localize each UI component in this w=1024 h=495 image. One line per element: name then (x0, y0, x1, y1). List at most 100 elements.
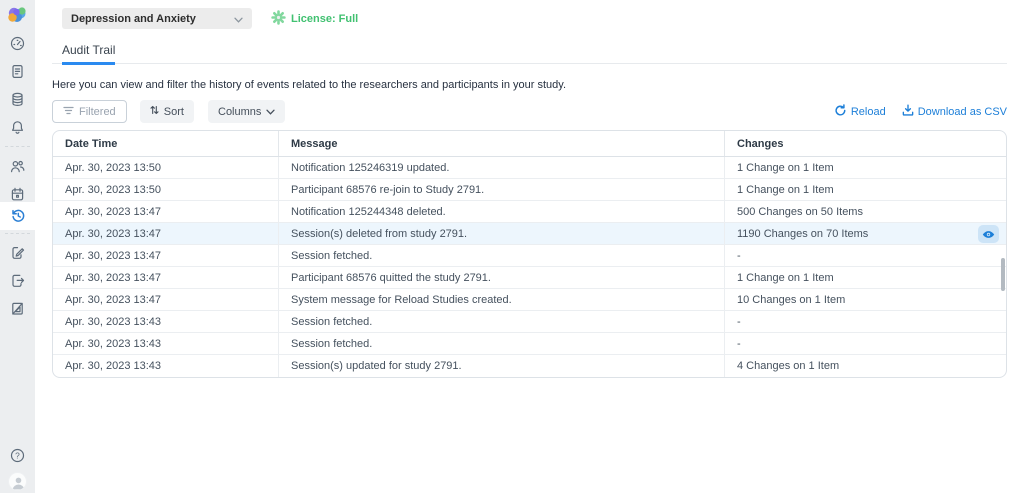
design-document-icon (10, 301, 25, 316)
cell-date-time: Apr. 30, 2023 13:47 (65, 205, 162, 218)
table-row[interactable]: Apr. 30, 2023 13:50 Notification 12524631… (53, 157, 1006, 179)
database-icon (10, 92, 25, 107)
sort-button[interactable]: Sort (139, 100, 194, 123)
sidebar-item-consent[interactable] (0, 238, 35, 266)
cell-message: Session(s) updated for study 2791. (278, 355, 724, 377)
cell-message: Session fetched. (278, 333, 724, 354)
sidebar-item-notifications[interactable] (0, 113, 35, 141)
table-body: Apr. 30, 2023 13:50 Notification 12524631… (53, 157, 1006, 377)
sidebar-divider (5, 146, 30, 147)
main-content: Depression and Anxiety License: Full Aud… (35, 0, 1024, 493)
cell-message: Notification 125244348 deleted. (278, 201, 724, 222)
sidebar-item-participants[interactable] (0, 152, 35, 180)
brain-logo[interactable] (0, 6, 35, 25)
cell-changes: 4 Changes on 1 Item (724, 355, 1006, 377)
cell-changes: 10 Changes on 1 Item (724, 289, 1006, 310)
sidebar-item-help[interactable]: ? (0, 441, 35, 469)
sort-label: Sort (163, 105, 184, 118)
dashboard-gauge-icon (10, 36, 25, 51)
cell-date-time: Apr. 30, 2023 13:43 (65, 337, 162, 350)
table-row[interactable]: Apr. 30, 2023 13:47 Session(s) deleted fr… (53, 223, 1006, 245)
study-selector-value: Depression and Anxiety (71, 12, 196, 25)
svg-text:?: ? (15, 450, 20, 460)
cell-changes: - (724, 333, 1006, 354)
table-row[interactable]: Apr. 30, 2023 13:47 Participant 68576 qui… (53, 267, 1006, 289)
cell-message: Session(s) deleted from study 2791. (278, 223, 724, 244)
columns-label: Columns (218, 105, 262, 118)
tab-audit-trail[interactable]: Audit Trail (62, 37, 116, 65)
download-label: Download as CSV (917, 105, 1007, 118)
cell-date-time: Apr. 30, 2023 13:47 (65, 293, 162, 306)
table-row[interactable]: Apr. 30, 2023 13:47 Notification 12524434… (53, 201, 1006, 223)
cell-changes: - (724, 311, 1006, 332)
license-label: License: Full (291, 13, 359, 25)
audit-history-icon (10, 208, 26, 224)
view-changes-button[interactable] (978, 225, 999, 243)
table-row[interactable]: Apr. 30, 2023 13:50 Participant 68576 re-… (53, 179, 1006, 201)
cell-changes: 1 Change on 1 Item (724, 157, 1006, 178)
export-document-icon (10, 273, 25, 288)
cell-changes: 1 Change on 1 Item (724, 179, 1006, 200)
participants-users-icon (10, 159, 25, 174)
license-flower-icon (271, 10, 286, 28)
chevron-down-icon (266, 106, 276, 118)
filtered-button[interactable]: Filtered (52, 100, 127, 123)
filter-icon (63, 106, 74, 118)
table-scrollbar-thumb[interactable] (1001, 258, 1005, 291)
sidebar-item-audit-trail[interactable] (0, 202, 35, 230)
cell-date-time: Apr. 30, 2023 13:47 (65, 227, 162, 240)
download-csv-button[interactable]: Download as CSV (902, 104, 1007, 119)
cell-changes: - (724, 245, 1006, 266)
sidebar: ? (0, 0, 35, 493)
consent-edit-icon (10, 245, 25, 260)
study-selector-dropdown[interactable]: Depression and Anxiety (62, 8, 252, 29)
page-description: Here you can view and filter the history… (52, 79, 567, 91)
table-row[interactable]: Apr. 30, 2023 13:47 Session fetched. - (53, 245, 1006, 267)
sidebar-item-design[interactable] (0, 294, 35, 322)
help-icon: ? (10, 448, 25, 463)
user-avatar[interactable] (0, 467, 35, 495)
cell-message: Participant 68576 re-join to Study 2791. (278, 179, 724, 200)
cell-date-time: Apr. 30, 2023 13:50 (65, 183, 162, 196)
download-icon (902, 104, 914, 119)
cell-changes: 1 Change on 1 Item (724, 267, 1006, 288)
sidebar-item-export[interactable] (0, 266, 35, 294)
cell-date-time: Apr. 30, 2023 13:43 (65, 360, 162, 372)
columns-button[interactable]: Columns (208, 100, 286, 123)
sidebar-item-dashboard[interactable] (0, 29, 35, 57)
notifications-bell-icon (10, 120, 25, 135)
cell-message: Session fetched. (278, 245, 724, 266)
sort-arrows-icon (150, 105, 159, 118)
table-row[interactable]: Apr. 30, 2023 13:43 Session(s) updated fo… (53, 355, 1006, 377)
reload-label: Reload (850, 105, 886, 118)
sidebar-item-database[interactable] (0, 85, 35, 113)
sidebar-item-reports[interactable] (0, 57, 35, 85)
table-row[interactable]: Apr. 30, 2023 13:47 System message for Re… (53, 289, 1006, 311)
column-header-changes[interactable]: Changes (724, 131, 1006, 156)
license-badge: License: Full (271, 10, 358, 28)
cell-date-time: Apr. 30, 2023 13:43 (65, 315, 162, 328)
tabs-bar: Audit Trail (52, 36, 1007, 65)
chevron-down-icon (234, 11, 243, 26)
cell-changes: 1190 Changes on 70 Items (724, 223, 1006, 244)
sidebar-divider (5, 233, 30, 234)
table-header-row: Date Time Message Changes (53, 131, 1006, 157)
cell-message: System message for Reload Studies create… (278, 289, 724, 310)
table-row[interactable]: Apr. 30, 2023 13:43 Session fetched. - (53, 333, 1006, 355)
user-avatar-icon (8, 471, 27, 491)
cell-date-time: Apr. 30, 2023 13:47 (65, 249, 162, 262)
table-row[interactable]: Apr. 30, 2023 13:43 Session fetched. - (53, 311, 1006, 333)
cell-date-time: Apr. 30, 2023 13:50 (65, 161, 162, 174)
reload-button[interactable]: Reload (834, 103, 886, 120)
calendar-icon (10, 187, 25, 202)
cell-date-time: Apr. 30, 2023 13:47 (65, 271, 162, 284)
filtered-label: Filtered (79, 105, 116, 118)
cell-message: Session fetched. (278, 311, 724, 332)
cell-message: Notification 125246319 updated. (278, 157, 724, 178)
column-header-message[interactable]: Message (278, 131, 724, 156)
reload-icon (834, 103, 847, 120)
cell-changes: 500 Changes on 50 Items (724, 201, 1006, 222)
audit-table: Date Time Message Changes Apr. 30, 2023 … (52, 130, 1007, 378)
column-header-date-time[interactable]: Date Time (53, 131, 278, 156)
report-document-icon (10, 64, 25, 79)
